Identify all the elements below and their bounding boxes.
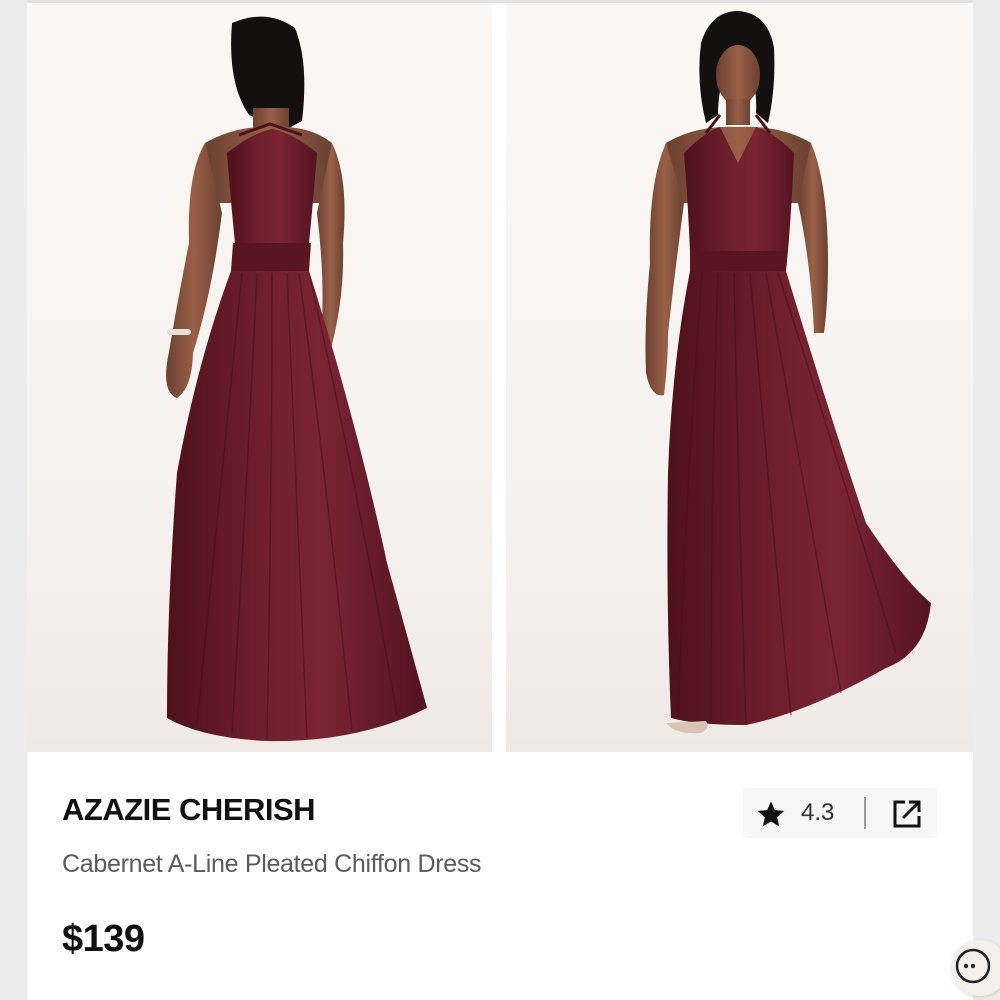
product-image-front[interactable] xyxy=(506,3,973,752)
more-options-button[interactable] xyxy=(952,940,1000,996)
product-title[interactable]: Cabernet A-Line Pleated Chiffon Dress xyxy=(62,850,482,879)
rating-divider xyxy=(864,797,866,829)
product-brand: AZAZIE CHERISH xyxy=(62,792,316,827)
back-view-illustration xyxy=(166,16,427,742)
external-link-icon[interactable] xyxy=(889,796,925,832)
front-view-illustration xyxy=(645,11,931,734)
product-price: $139 xyxy=(62,918,145,960)
rating-badge: 4.3 xyxy=(743,788,937,838)
product-image-back[interactable] xyxy=(27,3,492,752)
rating-value: 4.3 xyxy=(801,799,835,826)
star-icon xyxy=(757,801,785,827)
more-options-icon xyxy=(955,948,991,984)
product-card[interactable]: AZAZIE CHERISH Cabernet A-Line Pleated C… xyxy=(27,0,973,1000)
